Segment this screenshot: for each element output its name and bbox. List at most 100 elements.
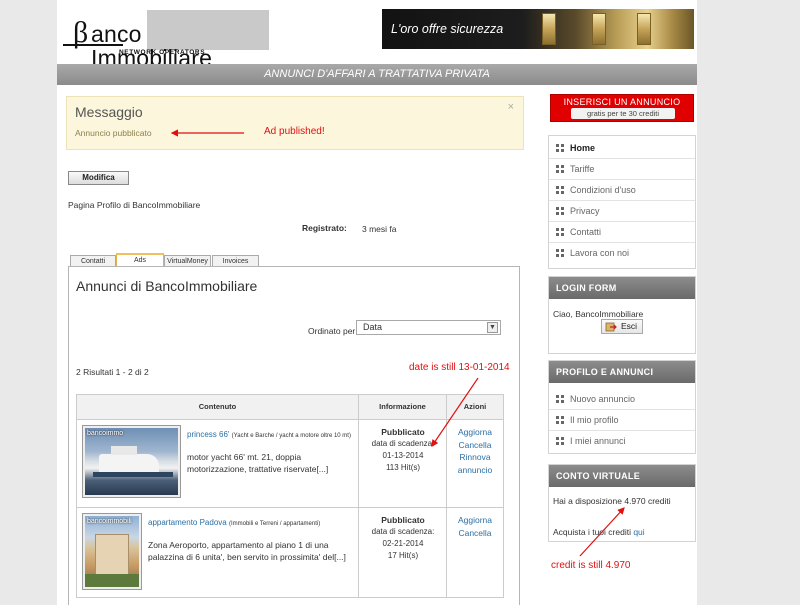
ad-description-line: Zona Aeroporto, appartamento al piano 1 … xyxy=(148,540,329,550)
update-link[interactable]: Aggiorna xyxy=(447,514,503,527)
site-logo[interactable]: β anco Immobiliare NETWORK OPERATORS xyxy=(63,10,269,70)
bullet-icon xyxy=(556,416,564,424)
menu-item-tariffe[interactable]: Tariffe xyxy=(549,159,695,180)
menu-item-new-ad[interactable]: Nuovo annuncio xyxy=(549,389,695,410)
bullet-icon xyxy=(556,249,564,257)
ad-description-line: motorizzazione, trattative riservate[...… xyxy=(187,464,329,474)
logo-underline xyxy=(63,44,123,46)
expiry-label: data di scadenza: xyxy=(371,527,435,536)
menu-item-conditions[interactable]: Condizioni d'uso xyxy=(549,180,695,201)
ad-status: Pubblicato xyxy=(381,427,425,437)
gold-bar-image xyxy=(637,13,651,45)
menu-item-privacy[interactable]: Privacy xyxy=(549,201,695,222)
ad-info: Pubblicato data di scadenza: 01-13-2014 … xyxy=(359,426,447,474)
menu-label: Il mio profilo xyxy=(570,415,619,425)
insert-ad-subtitle: gratis per te 30 crediti xyxy=(571,108,675,119)
registered-value: 3 mesi fa xyxy=(362,224,397,234)
ad-title-link[interactable]: princess 66' (Yacht e Barche / yacht a m… xyxy=(187,430,351,439)
gold-banner[interactable]: L'oro offre sicurezza xyxy=(382,9,694,49)
bullet-icon xyxy=(556,165,564,173)
ad-info: Pubblicato data di scadenza: 02-21-2014 … xyxy=(359,514,447,562)
header-azioni: Azioni xyxy=(463,402,487,411)
table-row: bancoimmobili appartamento Padova (Immob… xyxy=(76,508,504,598)
bullet-icon xyxy=(556,186,564,194)
buy-credits-text: Acquista i tuoi crediti qui xyxy=(553,527,645,537)
expiry-label: data di scadenza: xyxy=(371,439,435,448)
menu-label: Privacy xyxy=(570,206,600,216)
annotation-credit: credit is still 4.970 xyxy=(551,560,631,571)
virtual-account-box: CONTO VIRTUALE Hai a disposizione 4.970 … xyxy=(548,464,696,542)
ad-description: motor yacht 66' mt. 21, doppia motorizza… xyxy=(187,451,328,475)
credits-text: Hai a disposizione 4.970 crediti xyxy=(553,496,671,506)
virtual-account-title: CONTO VIRTUALE xyxy=(549,465,695,487)
registered-label: Registrato: xyxy=(302,223,347,233)
menu-item-jobs[interactable]: Lavora con noi xyxy=(549,243,695,264)
profile-ads-box: PROFILO E ANNUNCI Nuovo annuncio Il mio … xyxy=(548,360,696,454)
menu-item-my-profile[interactable]: Il mio profilo xyxy=(549,410,695,431)
thumbnail-watermark: bancoimmobili xyxy=(87,518,132,525)
table-header: Contenuto Informazione Azioni xyxy=(76,394,504,420)
delete-link[interactable]: Cancella xyxy=(447,439,503,452)
buy-credits-label: Acquista i tuoi crediti xyxy=(553,527,631,537)
gold-bar-image xyxy=(592,13,606,45)
expiry-date: 01-13-2014 xyxy=(382,451,424,460)
menu-label: I miei annunci xyxy=(570,436,626,446)
menu-label: Contatti xyxy=(570,227,602,237)
ad-title: princess 66' xyxy=(187,430,230,439)
tab-ads[interactable]: Ads xyxy=(116,253,164,267)
order-select[interactable]: Data ▼ xyxy=(356,320,501,335)
chevron-down-icon[interactable]: ▼ xyxy=(487,322,498,333)
gold-bar-image xyxy=(542,13,556,45)
menu-item-contatti[interactable]: Contatti xyxy=(549,222,695,243)
update-link[interactable]: Aggiorna xyxy=(447,426,503,439)
header-informazione: Informazione xyxy=(359,395,447,419)
ads-panel: Annunci di BancoImmobiliare Ordinato per… xyxy=(68,266,520,605)
profile-page-text: Pagina Profilo di BancoImmobiliare xyxy=(68,200,201,210)
message-box: Messaggio Annuncio pubblicato × xyxy=(66,96,524,150)
login-title: LOGIN FORM xyxy=(549,277,695,299)
bullet-icon xyxy=(556,144,564,152)
order-select-value: Data xyxy=(363,322,383,332)
expiry-date: 02-21-2014 xyxy=(382,539,424,548)
bullet-icon xyxy=(556,228,564,236)
menu-item-home[interactable]: Home xyxy=(549,138,695,159)
logout-icon xyxy=(605,322,617,332)
edit-profile-button[interactable]: Modifica xyxy=(68,171,129,185)
logout-label: Esci xyxy=(621,321,638,331)
menu-label: Nuovo annuncio xyxy=(570,394,636,404)
message-text: Annuncio pubblicato xyxy=(75,128,152,138)
bullet-icon xyxy=(556,207,564,215)
renew-link-annuncio[interactable]: annuncio xyxy=(447,464,503,477)
logout-button[interactable]: Esci xyxy=(601,319,643,334)
ad-status: Pubblicato xyxy=(381,515,425,525)
ad-thumbnail[interactable]: bancoimmobili xyxy=(82,513,142,590)
menu-item-my-ads[interactable]: I miei annunci xyxy=(549,431,695,452)
close-icon[interactable]: × xyxy=(508,101,514,113)
ad-title-link[interactable]: appartamento Padova (Immobili e Terreni … xyxy=(148,518,320,527)
ad-actions: Aggiorna Cancella Rinnova annuncio xyxy=(447,426,503,476)
ad-description-line: palazzina di 6 unita', ben servito in pr… xyxy=(148,552,346,562)
buy-credits-link[interactable]: qui xyxy=(633,527,644,537)
ad-actions: Aggiorna Cancella xyxy=(447,514,503,539)
bullet-icon xyxy=(556,437,564,445)
login-box: LOGIN FORM Ciao, BancoImmobiliare Esci xyxy=(548,276,696,354)
ad-thumbnail[interactable]: bancoimmo xyxy=(82,425,181,498)
insert-ad-button[interactable]: INSERISCI UN ANNUNCIO gratis per te 30 c… xyxy=(550,94,694,122)
delete-link[interactable]: Cancella xyxy=(447,527,503,540)
ad-hits: 113 Hit(s) xyxy=(385,463,421,472)
table-row: bancoimmo princess 66' (Yacht e Barche /… xyxy=(76,420,504,508)
thumbnail-watermark: bancoimmo xyxy=(87,430,124,437)
annotation-published: Ad published! xyxy=(264,126,325,137)
menu-label: Tariffe xyxy=(570,164,595,174)
main-menu: Home Tariffe Condizioni d'uso Privacy Co… xyxy=(548,135,696,269)
menu-label: Lavora con noi xyxy=(570,248,630,258)
order-label: Ordinato per xyxy=(308,326,356,336)
ads-title: Annunci di BancoImmobiliare xyxy=(76,278,258,294)
page: β anco Immobiliare NETWORK OPERATORS L'o… xyxy=(57,0,697,605)
ad-category: (Immobili e Terreni / appartamenti) xyxy=(228,521,321,527)
annotation-date: date is still 13-01-2014 xyxy=(409,362,510,373)
logo-text: anco Immobiliare xyxy=(91,21,213,71)
header-contenuto: Contenuto xyxy=(77,395,359,419)
renew-link[interactable]: Rinnova xyxy=(447,451,503,464)
profile-ads-title: PROFILO E ANNUNCI xyxy=(549,361,695,383)
